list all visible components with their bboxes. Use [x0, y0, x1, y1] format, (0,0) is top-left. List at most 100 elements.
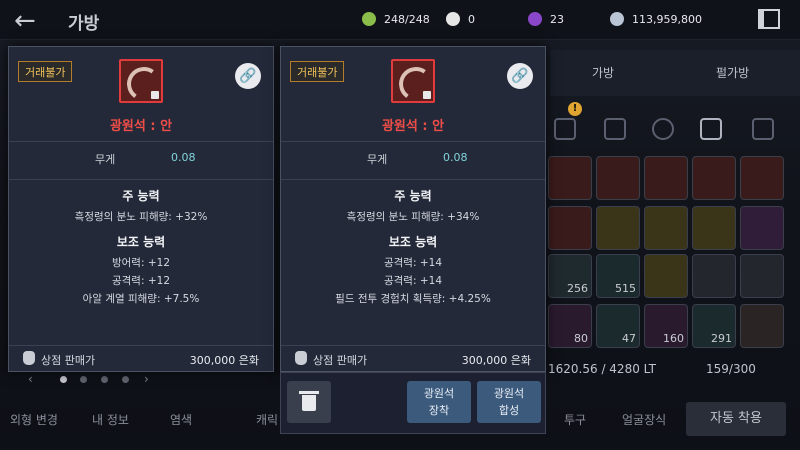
item-count: 47 [622, 332, 636, 345]
silver-coin-icon [610, 12, 624, 26]
inventory-cell[interactable] [596, 156, 640, 200]
main-ability-title: 주 능력 [122, 189, 160, 203]
sub-ability-title: 보조 능력 [116, 235, 166, 249]
sell-price-value: 300,000 은화 [461, 354, 531, 367]
weight-label: 무게 [367, 153, 388, 166]
face-toggle[interactable]: 얼굴장식 [622, 403, 666, 437]
inventory-cell[interactable] [740, 304, 784, 348]
inventory-cell[interactable]: 47 [596, 304, 640, 348]
tab-pearl-bag[interactable]: 펄가방 [716, 64, 749, 81]
trash-lid [299, 391, 319, 394]
item-count: 80 [574, 332, 588, 345]
slot-count: 159/300 [706, 362, 756, 376]
inventory-cell[interactable] [740, 254, 784, 298]
exit-icon[interactable] [758, 9, 780, 29]
page-dot[interactable] [122, 376, 130, 383]
sell-price-label: 상점 판매가 [41, 354, 96, 367]
page-indicator: ‹ › [28, 372, 149, 386]
delete-button[interactable] [287, 381, 331, 423]
next-page-icon[interactable]: › [144, 372, 149, 386]
lightstone-icon [391, 59, 436, 104]
equip-lightstone-button[interactable]: 광원석 장착 [407, 381, 471, 423]
sub-stat: 아알 계열 피해량: +7.5% [82, 293, 200, 305]
currency-value: 248/248 [384, 12, 430, 26]
inventory-cell[interactable] [692, 156, 736, 200]
inventory-cell[interactable] [548, 156, 592, 200]
item-tooltip-selected: 거래불가 🔗 광원석 : 안 무게 0.08 주 능력 흑정령의 분노 피해량:… [280, 46, 546, 372]
sell-price-row: 상점 판매가 300,000 은화 [9, 345, 273, 371]
armor-filter-icon[interactable] [604, 118, 626, 140]
my-info-button[interactable]: 내 정보 [92, 403, 129, 437]
item-name: 광원석 : 안 [109, 119, 173, 134]
weight-value: 0.08 [171, 151, 196, 164]
tab-bag[interactable]: 가방 [592, 64, 614, 81]
item-count: 291 [711, 332, 732, 345]
page-dot[interactable] [101, 376, 109, 383]
helmet-toggle[interactable]: 투구 [564, 403, 586, 437]
green-gem-icon [362, 12, 376, 26]
appearance-button[interactable]: 외형 변경 [10, 403, 58, 437]
main-stat: 흑정령의 분노 피해량: +32% [74, 211, 208, 223]
inventory-cell[interactable] [692, 206, 736, 250]
page-title: 가방 [68, 14, 100, 34]
inventory-tabs: 가방 펄가방 [550, 50, 800, 96]
dye-button[interactable]: 염색 [170, 403, 192, 437]
lock-icon [423, 91, 431, 99]
inventory-cell[interactable] [548, 206, 592, 250]
currency-pearl: 0 [446, 10, 475, 28]
weapon-filter-icon[interactable] [554, 118, 576, 140]
inventory-cell[interactable]: 256 [548, 254, 592, 298]
divider [9, 179, 273, 180]
character-toggle[interactable]: 캐릭 [256, 403, 278, 437]
trash-icon [302, 395, 316, 411]
lock-icon [151, 91, 159, 99]
item-count: 515 [615, 282, 636, 295]
currency-silver: 113,959,800 [610, 10, 702, 28]
back-arrow-icon[interactable]: ← [14, 6, 36, 36]
divider [9, 141, 273, 142]
currency-value: 0 [468, 12, 475, 26]
money-bag-icon [295, 351, 307, 365]
inventory-cell[interactable]: 291 [692, 304, 736, 348]
sub-stat: 필드 전투 경험치 획득량: +4.25% [335, 293, 491, 305]
auto-equip-button[interactable]: 자동 착용 [686, 402, 786, 436]
item-action-bar: 광원석 장착 광원석 합성 [280, 372, 546, 434]
inventory-cell[interactable]: 515 [596, 254, 640, 298]
inventory-cell[interactable] [740, 206, 784, 250]
link-icon[interactable]: 🔗 [235, 63, 261, 89]
equipment-filter-row [540, 108, 800, 148]
prev-page-icon[interactable]: ‹ [28, 372, 33, 386]
sell-price-row: 상점 판매가 300,000 은화 [281, 345, 545, 371]
purple-gem-icon [528, 12, 542, 26]
top-bar: ← 가방 248/248 0 23 113,959,800 [0, 0, 800, 40]
misc-filter-icon[interactable] [752, 118, 774, 140]
item-tooltip-equipped: 거래불가 🔗 광원석 : 안 무게 0.08 주 능력 흑정령의 분노 피해량:… [8, 46, 274, 372]
gem-filter-icon[interactable] [700, 118, 722, 140]
button-label: 합성 [498, 404, 520, 417]
inventory-cell[interactable] [644, 206, 688, 250]
inventory-cell[interactable] [692, 254, 736, 298]
tab-label: 가방 [592, 66, 615, 80]
ring-filter-icon[interactable] [652, 118, 674, 140]
merge-lightstone-button[interactable]: 광원석 합성 [477, 381, 541, 423]
inventory-cell[interactable]: 80 [548, 304, 592, 348]
untradable-badge: 거래불가 [18, 61, 73, 82]
divider [281, 141, 545, 142]
sell-price-label: 상점 판매가 [313, 354, 368, 367]
divider [281, 179, 545, 180]
page-dot[interactable] [80, 376, 88, 383]
sub-stat: 방어력: +12 [111, 257, 170, 269]
untradable-badge: 거래불가 [290, 61, 345, 82]
inventory-cell[interactable]: 160 [644, 304, 688, 348]
item-count: 160 [663, 332, 684, 345]
inventory-cell[interactable] [644, 156, 688, 200]
inventory-cell[interactable] [644, 254, 688, 298]
inventory-cell[interactable] [596, 206, 640, 250]
item-name: 광원석 : 안 [381, 119, 445, 134]
currency-energy: 248/248 [362, 10, 430, 28]
button-label: 광원석 [423, 387, 455, 400]
page-dot[interactable] [59, 376, 67, 383]
link-icon[interactable]: 🔗 [507, 63, 533, 89]
main-ability-title: 주 능력 [394, 189, 432, 203]
inventory-cell[interactable] [740, 156, 784, 200]
